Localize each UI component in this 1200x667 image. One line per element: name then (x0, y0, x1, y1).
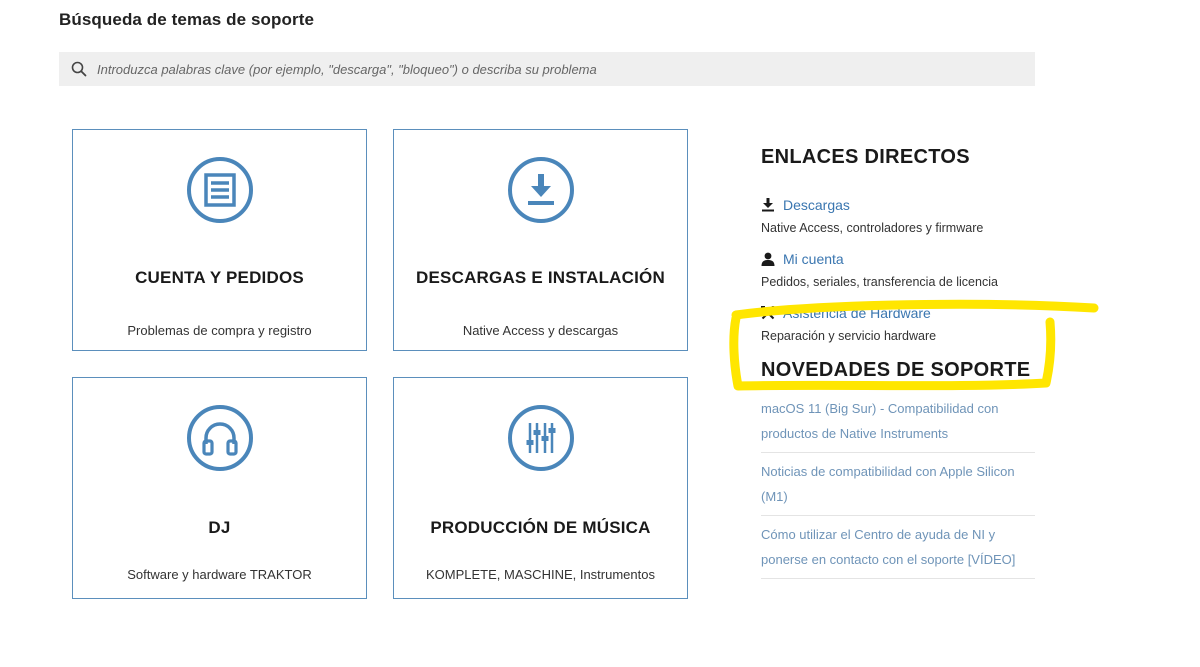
mixer-icon (507, 404, 575, 472)
search-title: Búsqueda de temas de soporte (59, 10, 315, 29)
card-title: CUENTA Y PEDIDOS (135, 268, 304, 287)
download-icon (762, 198, 774, 212)
news-heading: NOVEDADES DE SOPORTE (761, 359, 1031, 381)
card-description: Software y hardware TRAKTOR (127, 567, 312, 582)
quick-link-description: Native Access, controladores y firmware (761, 221, 984, 235)
support-page: Búsqueda de temas de soporte CUENTA Y PE… (0, 0, 1200, 667)
card-description: Problemas de compra y registro (127, 323, 312, 338)
card-description: Native Access y descargas (462, 323, 619, 338)
quick-link-hardware-support: Asistencia de Hardware Reparación y serv… (761, 305, 1041, 343)
tools-icon (761, 306, 775, 320)
user-icon (761, 252, 775, 266)
quick-link-description: Pedidos, seriales, transferencia de lice… (761, 275, 998, 289)
quick-link-hardware-support-link[interactable]: Asistencia de Hardware (761, 305, 1041, 321)
card-title: PRODUCCIÓN DE MÚSICA (430, 518, 651, 537)
card-account-orders[interactable]: CUENTA Y PEDIDOS Problemas de compra y r… (72, 129, 367, 351)
download-icon (507, 156, 575, 224)
quick-link-downloads-link[interactable]: Descargas (761, 197, 1041, 213)
quick-links-heading: ENLACES DIRECTOS (761, 146, 970, 168)
quick-link-label: Mi cuenta (783, 251, 844, 267)
sidebar: ENLACES DIRECTOS Descargas Native Access… (761, 146, 1041, 579)
search-icon (71, 61, 87, 77)
card-music-production[interactable]: PRODUCCIÓN DE MÚSICA KOMPLETE, MASCHINE,… (393, 377, 688, 599)
news-item[interactable]: Cómo utilizar el Centro de ayuda de NI y… (761, 516, 1035, 579)
quick-link-description: Reparación y servicio hardware (761, 329, 937, 343)
quick-link-label: Asistencia de Hardware (783, 305, 931, 321)
list-icon (186, 156, 254, 224)
card-dj[interactable]: DJ Software y hardware TRAKTOR (72, 377, 367, 599)
search-bar[interactable] (59, 52, 1035, 86)
card-downloads-installation[interactable]: DESCARGAS E INSTALACIÓN Native Access y … (393, 129, 688, 351)
quick-link-my-account: Mi cuenta Pedidos, seriales, transferenc… (761, 251, 1041, 289)
news-list: macOS 11 (Big Sur) - Compatibilidad con … (761, 396, 1035, 579)
news-item[interactable]: macOS 11 (Big Sur) - Compatibilidad con … (761, 396, 1035, 453)
quick-link-label: Descargas (783, 197, 850, 213)
card-title: DESCARGAS E INSTALACIÓN (416, 268, 665, 287)
card-description: KOMPLETE, MASCHINE, Instrumentos (425, 567, 655, 582)
quick-links: Descargas Native Access, controladores y… (761, 197, 1041, 343)
quick-link-my-account-link[interactable]: Mi cuenta (761, 251, 1041, 267)
quick-link-downloads: Descargas Native Access, controladores y… (761, 197, 1041, 235)
headphones-icon (186, 404, 254, 472)
search-input[interactable] (95, 60, 999, 78)
card-title: DJ (208, 518, 231, 537)
news-item[interactable]: Noticias de compatibilidad con Apple Sil… (761, 453, 1035, 516)
